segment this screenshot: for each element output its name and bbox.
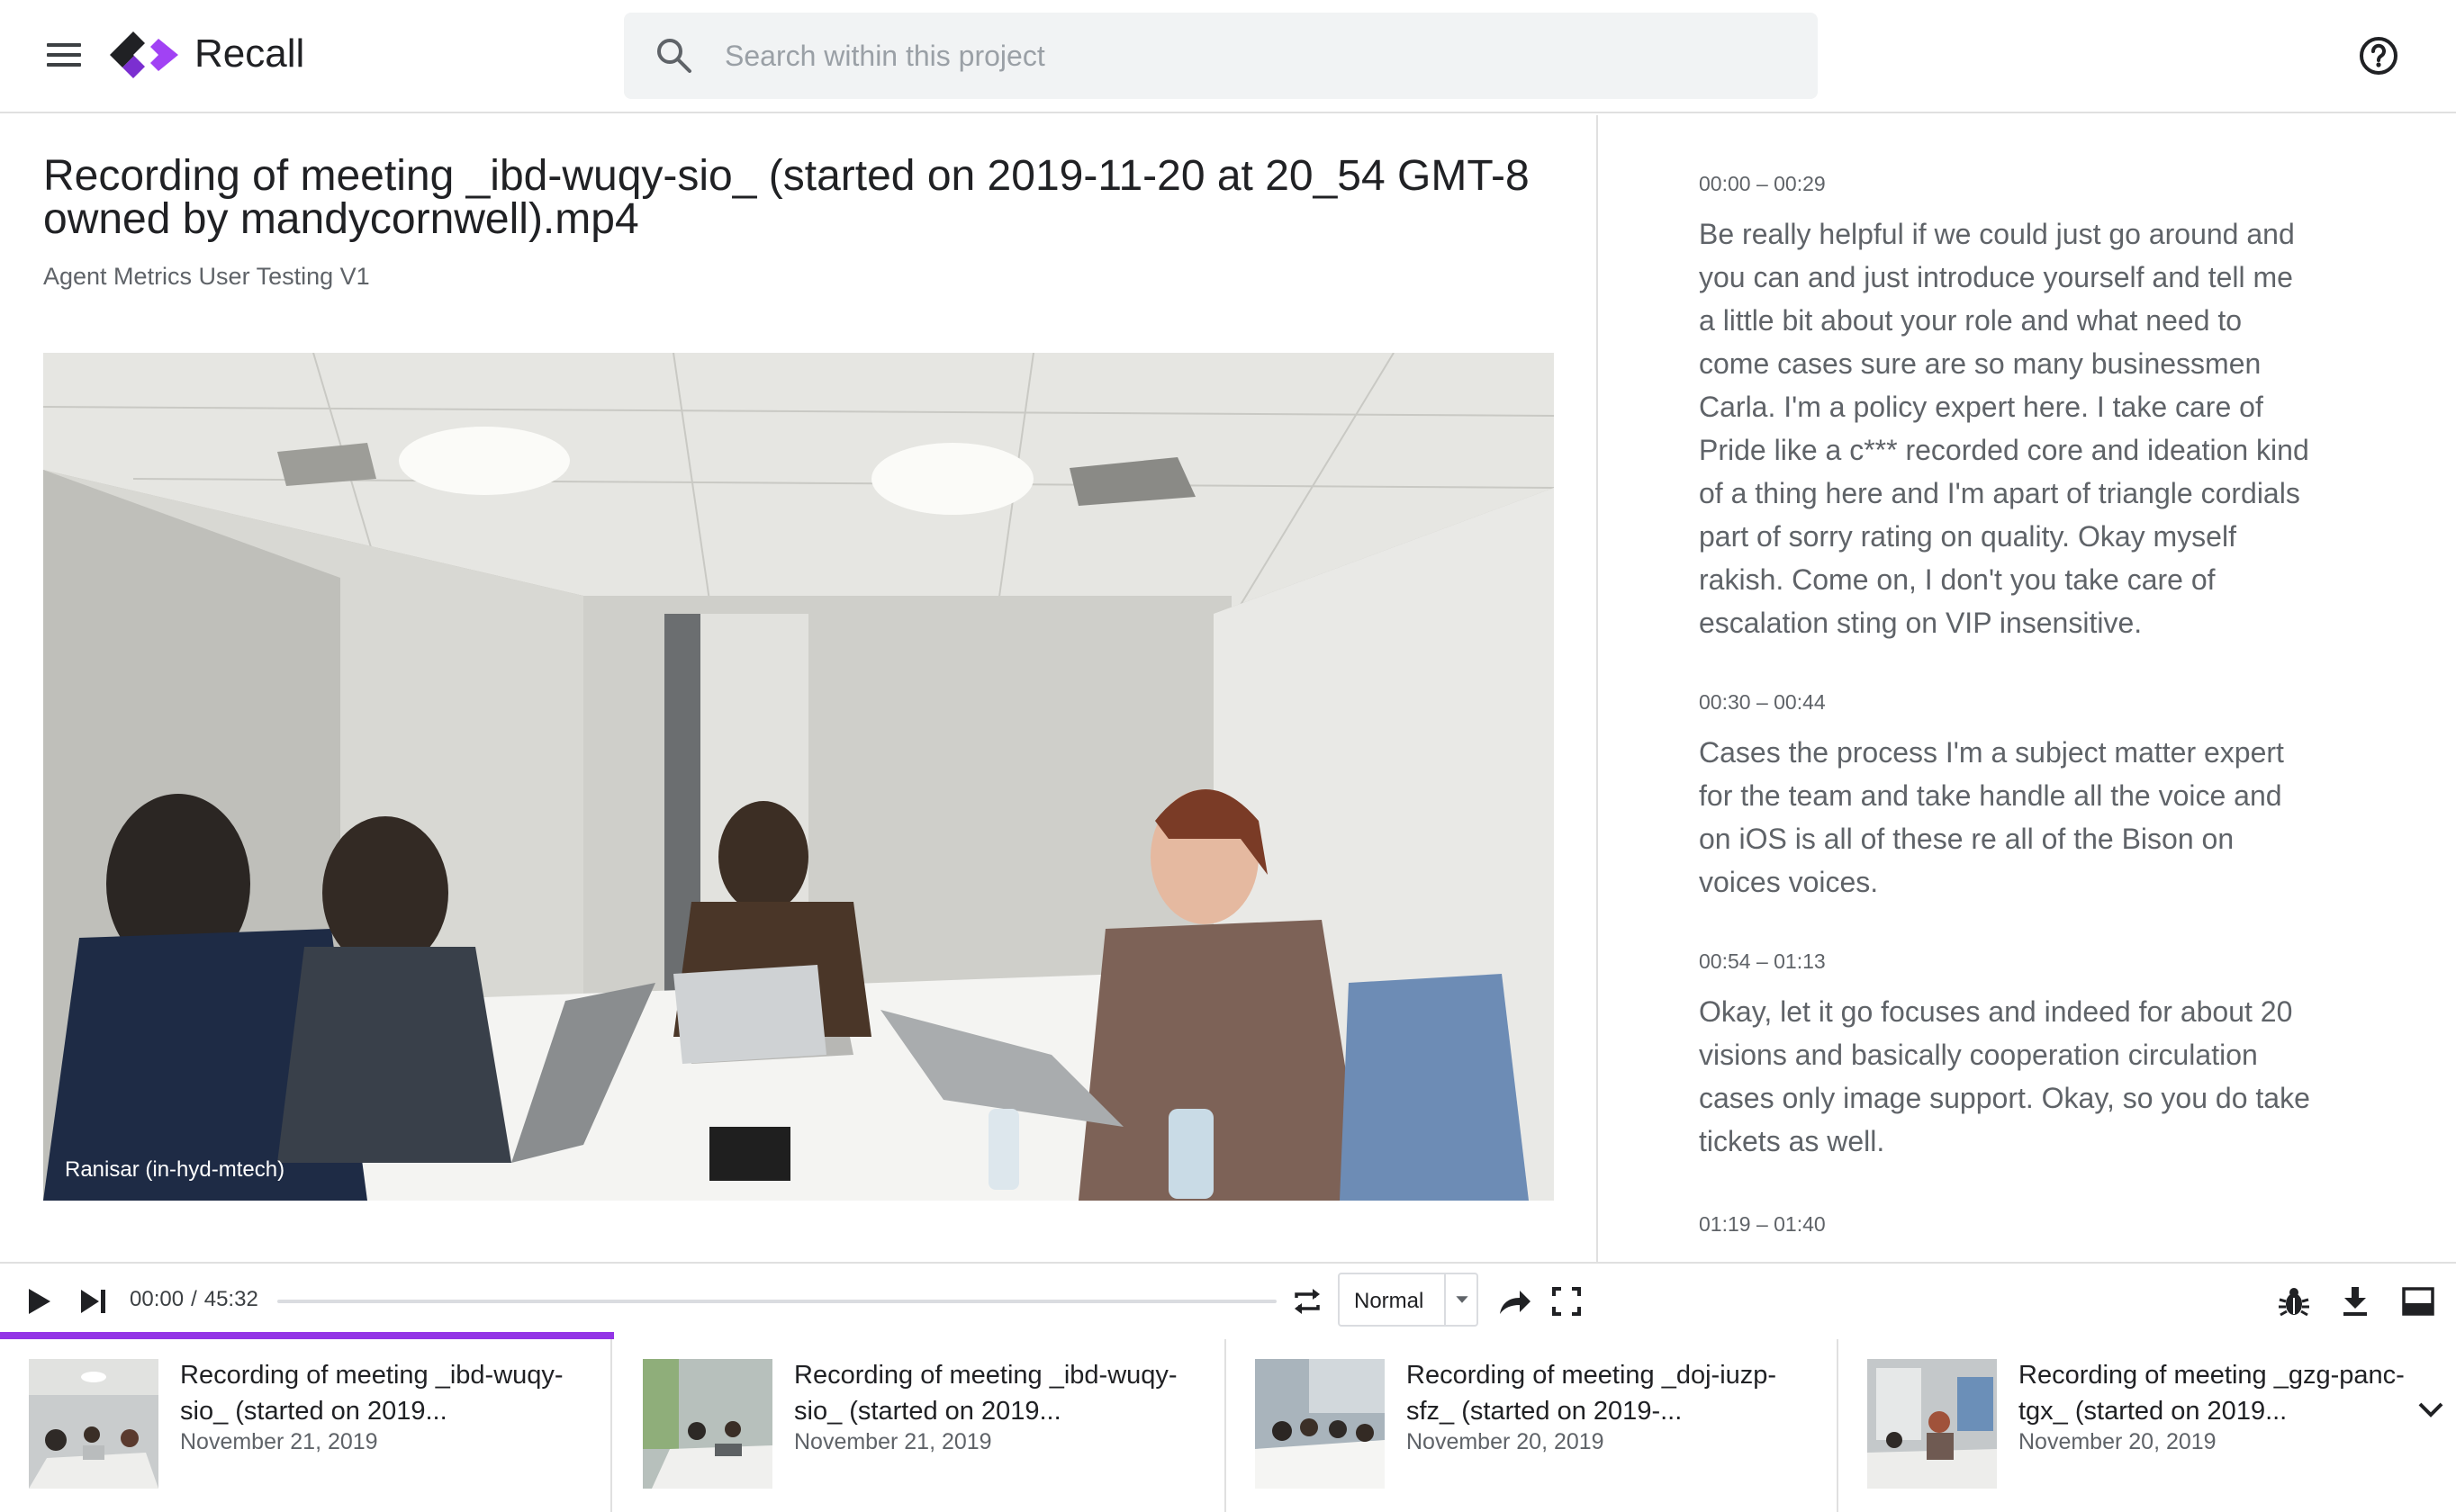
- segment-text: Okay, let it go focuses and indeed for a…: [1699, 995, 2310, 1157]
- segment-timestamp[interactable]: 01:19 – 01:40: [1699, 1210, 2311, 1238]
- recording-date: November 20, 2019: [2018, 1429, 2217, 1454]
- transcript-segment[interactable]: 00:54 – 01:13 Okay, let it go focuses an…: [1699, 947, 2311, 1163]
- player-controls: 00:00/45:32 Normal: [0, 1262, 2456, 1336]
- related-recording-card[interactable]: Recording of meeting _ibd-wuqy-sio_ (sta…: [614, 1339, 1226, 1512]
- project-name[interactable]: Agent Metrics User Testing V1: [43, 263, 370, 291]
- time-display: 00:00/45:32: [130, 1287, 258, 1312]
- recording-date: November 20, 2019: [1406, 1429, 1604, 1454]
- queue-progress-track: [0, 1332, 2456, 1339]
- recording-title[interactable]: Recording of meeting _doj-iuzp-sfz_ (sta…: [1406, 1357, 1811, 1429]
- recording-title[interactable]: Recording of meeting _ibd-wuqy-sio_ (sta…: [180, 1357, 585, 1429]
- fullscreen-icon[interactable]: [1547, 1282, 1586, 1321]
- segment-text: Cases the process I'm a subject matter e…: [1699, 736, 2284, 898]
- recording-title[interactable]: Recording of meeting _gzg-panc-tgx_ (sta…: [2018, 1357, 2424, 1429]
- video-player-frame[interactable]: Ranisar (in-hyd-mtech): [43, 353, 1554, 1201]
- transcript-segment[interactable]: 01:19 – 01:40: [1699, 1210, 2311, 1238]
- dropdown-caret-icon[interactable]: [1444, 1274, 1478, 1325]
- app-title[interactable]: Recall: [194, 29, 304, 79]
- recording-date: November 21, 2019: [180, 1429, 378, 1454]
- queue-progress-fill: [0, 1332, 614, 1339]
- recording-thumbnail[interactable]: [29, 1359, 158, 1489]
- recording-title[interactable]: Recording of meeting _ibd-wuqy-sio_ (sta…: [794, 1357, 1199, 1429]
- transcript-panel: 00:00 – 00:29 Be really helpful if we co…: [1598, 115, 2456, 1262]
- video-title: Recording of meeting _ibd-wuqy-sio_ (sta…: [43, 152, 1530, 243]
- segment-timestamp[interactable]: 00:54 – 01:13: [1699, 947, 2311, 976]
- related-recording-card[interactable]: Recording of meeting _ibd-wuqy-sio_ (sta…: [0, 1339, 612, 1512]
- repeat-icon[interactable]: [1287, 1282, 1327, 1321]
- bug-icon[interactable]: [2274, 1282, 2314, 1321]
- current-time: 00:00: [130, 1287, 185, 1311]
- recording-thumbnail[interactable]: [1255, 1359, 1385, 1489]
- skip-next-icon[interactable]: [74, 1282, 113, 1321]
- recording-date: November 21, 2019: [794, 1429, 992, 1454]
- video-pane: Recording of meeting _ibd-wuqy-sio_ (sta…: [0, 115, 1597, 1262]
- segment-timestamp[interactable]: 00:00 – 00:29: [1699, 169, 2311, 198]
- recording-thumbnail[interactable]: [643, 1359, 772, 1489]
- segment-timestamp[interactable]: 00:30 – 00:44: [1699, 688, 2311, 716]
- menu-icon[interactable]: [41, 38, 86, 74]
- meeting-room-video-frame: [43, 353, 1554, 1201]
- transcript-segment[interactable]: 00:00 – 00:29 Be really helpful if we co…: [1699, 169, 2311, 644]
- chevron-down-icon[interactable]: [2411, 1390, 2451, 1429]
- speaker-caption: Ranisar (in-hyd-mtech): [65, 1157, 285, 1182]
- search-icon: [657, 39, 691, 73]
- duration: 45:32: [203, 1287, 258, 1311]
- time-separator: /: [191, 1287, 197, 1311]
- seek-bar[interactable]: [277, 1300, 1277, 1303]
- play-icon[interactable]: [18, 1282, 58, 1321]
- playback-speed-select[interactable]: Normal: [1338, 1273, 1478, 1327]
- help-circle-icon[interactable]: [2353, 31, 2404, 81]
- top-app-bar: Recall: [0, 0, 2456, 113]
- share-arrow-icon[interactable]: [1494, 1282, 1534, 1321]
- transcript-segment[interactable]: 00:30 – 00:44 Cases the process I'm a su…: [1699, 688, 2311, 904]
- recording-thumbnail[interactable]: [1867, 1359, 1997, 1489]
- segment-text: Be really helpful if we could just go ar…: [1699, 218, 2309, 639]
- search-input[interactable]: [725, 31, 1787, 81]
- search-bar[interactable]: [624, 13, 1818, 99]
- related-recording-card[interactable]: Recording of meeting _gzg-panc-tgx_ (sta…: [1838, 1339, 2451, 1512]
- related-recordings: Recording of meeting _ibd-wuqy-sio_ (sta…: [0, 1339, 2456, 1512]
- download-icon[interactable]: [2335, 1282, 2375, 1321]
- recall-logo[interactable]: [106, 27, 182, 83]
- panel-bottom-icon[interactable]: [2398, 1282, 2438, 1321]
- speed-value: Normal: [1354, 1289, 1424, 1313]
- related-recording-card[interactable]: Recording of meeting _doj-iuzp-sfz_ (sta…: [1226, 1339, 1838, 1512]
